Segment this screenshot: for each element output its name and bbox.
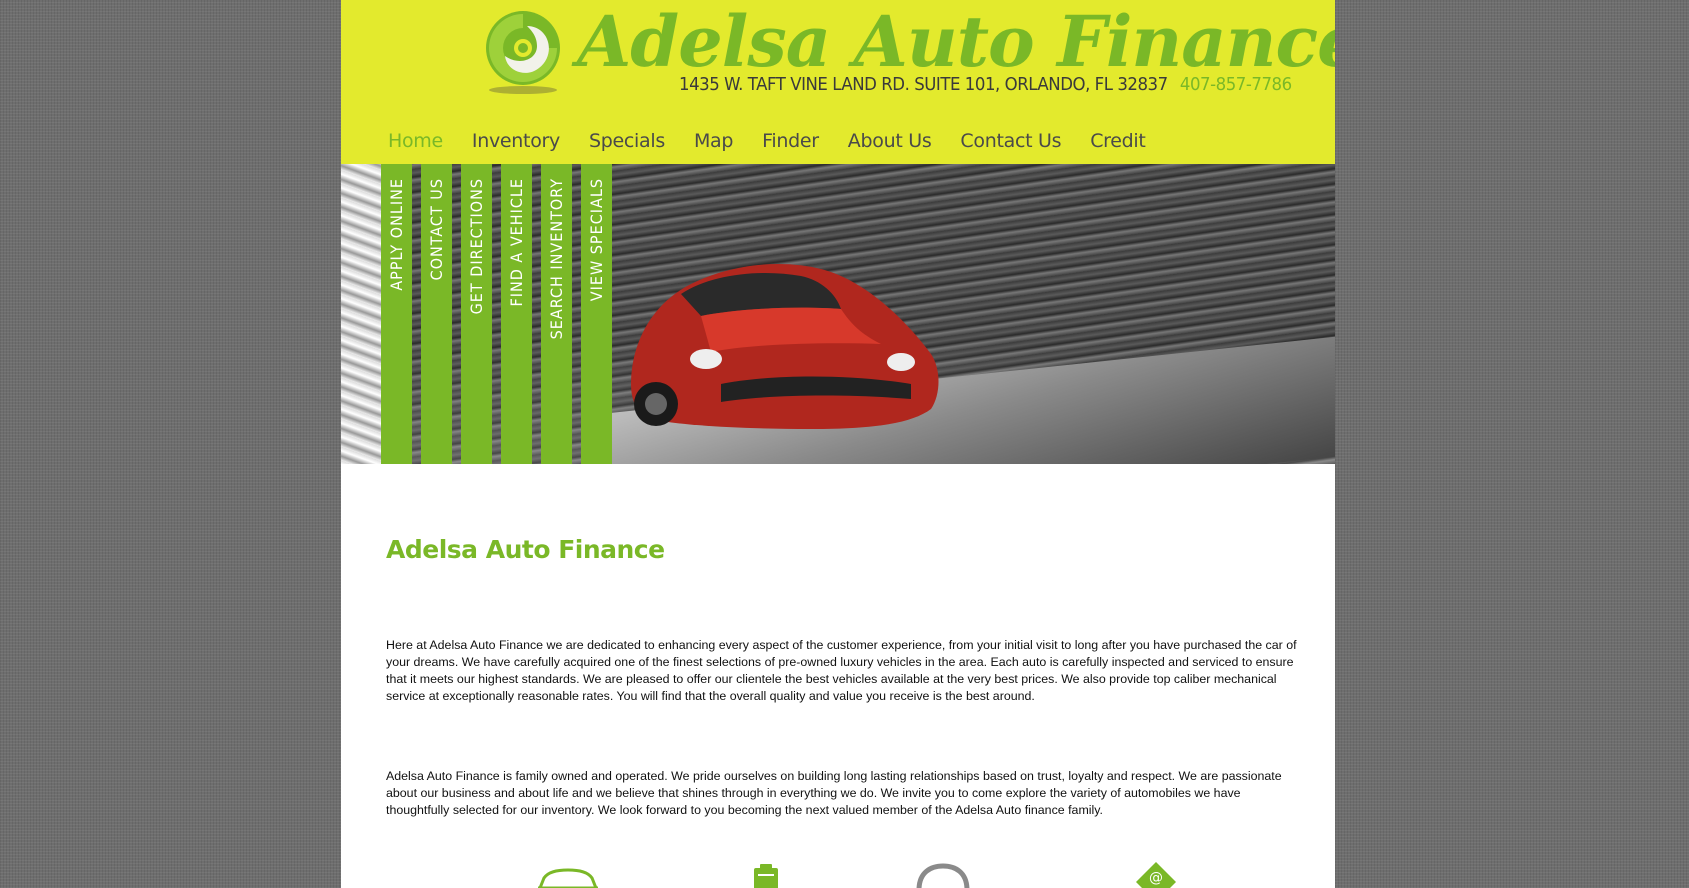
page: Adelsa Auto Finance 1435 W. TAFT VINE LA… (341, 0, 1335, 888)
hero-tab-get-directions[interactable]: GET DIRECTIONS (461, 164, 492, 464)
sports-car-image (631, 264, 939, 429)
content-title: Adelsa Auto Finance (386, 535, 665, 564)
hero-tab-contact-us[interactable]: CONTACT US (421, 164, 452, 464)
hero-tab-label: VIEW SPECIALS (587, 178, 606, 302)
hero-tab-search-inventory[interactable]: SEARCH INVENTORY (541, 164, 572, 464)
site-header: Adelsa Auto Finance 1435 W. TAFT VINE LA… (341, 0, 1335, 164)
hero-tab-label: SEARCH INVENTORY (547, 178, 566, 340)
nav-map[interactable]: Map (694, 130, 734, 152)
phone-icon[interactable] (911, 862, 975, 888)
hero-tab-label: FIND A VEHICLE (507, 178, 526, 307)
logo-swirl-icon[interactable] (483, 6, 563, 98)
address-line: 1435 W. TAFT VINE LAND RD. SUITE 101, OR… (679, 74, 1292, 95)
hero-tab-label: APPLY ONLINE (387, 178, 406, 291)
hero-tab-view-specials[interactable]: VIEW SPECIALS (581, 164, 612, 464)
phone-link[interactable]: 407-857-7786 (1180, 74, 1292, 95)
email-icon[interactable]: @ (1124, 862, 1188, 888)
hero-tab-label: CONTACT US (427, 178, 446, 281)
nav-contact-us[interactable]: Contact Us (960, 130, 1061, 152)
nav-inventory[interactable]: Inventory (472, 130, 560, 152)
intro-paragraph: Here at Adelsa Auto Finance we are dedic… (386, 638, 1297, 703)
nav-about-us[interactable]: About Us (848, 130, 932, 152)
nav-specials[interactable]: Specials (589, 130, 665, 152)
hero-tab-find-a-vehicle[interactable]: FIND A VEHICLE (501, 164, 532, 464)
address-text: 1435 W. TAFT VINE LAND RD. SUITE 101, OR… (679, 74, 1168, 95)
svg-text:@: @ (1149, 870, 1163, 886)
hero-tab-label: GET DIRECTIONS (467, 178, 486, 315)
clipboard-icon[interactable] (734, 862, 798, 888)
main-nav: Home Inventory Specials Map Finder About… (388, 130, 1175, 152)
car-icon[interactable] (536, 862, 600, 888)
family-paragraph: Adelsa Auto Finance is family owned and … (386, 769, 1282, 817)
nav-home[interactable]: Home (388, 130, 443, 152)
hero-tab-apply-online[interactable]: APPLY ONLINE (381, 164, 412, 464)
nav-finder[interactable]: Finder (762, 130, 819, 152)
nav-credit[interactable]: Credit (1090, 130, 1146, 152)
